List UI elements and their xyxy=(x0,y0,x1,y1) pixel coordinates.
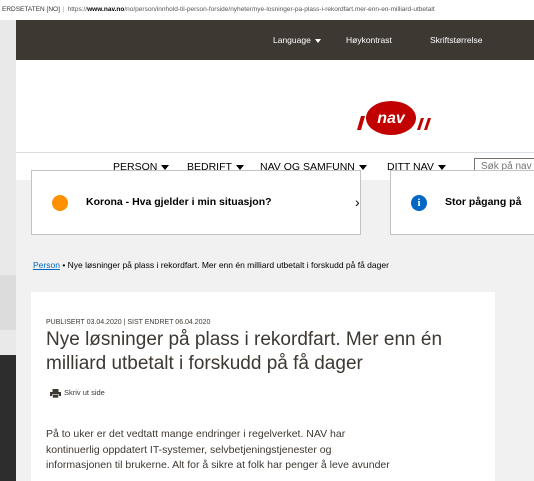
article-body-line: informasjonen til brukerne. Alt for å si… xyxy=(46,459,390,471)
font-size-button[interactable]: Skriftstørrelse xyxy=(430,20,482,60)
high-contrast-button[interactable]: Høykontrast xyxy=(346,20,392,60)
top-utility-bar: Language Høykontrast Skriftstørrelse xyxy=(16,20,534,60)
breadcrumb-current: Nye løsninger på plass i rekordfart. Mer… xyxy=(67,260,389,270)
url-prefix: https:// xyxy=(67,6,88,13)
nav-logo[interactable]: nav xyxy=(351,100,461,136)
url-path: /no/person/innhold-til-person-forside/ny… xyxy=(124,6,435,13)
nav-page: Language Høykontrast Skriftstørrelse nav… xyxy=(16,20,534,481)
article-body-line: På to uker er det vedtatt mange endringe… xyxy=(46,428,346,440)
corona-alert-card[interactable]: Korona - Hva gjelder i min situasjon? › xyxy=(31,170,361,235)
left-window-panel xyxy=(0,275,16,330)
info-icon: i xyxy=(411,195,427,211)
alert-text: Korona - Hva gjelder i min situasjon? xyxy=(86,196,272,208)
article-card: PUBLISERT 03.04.2020 | SIST ENDRET 06.04… xyxy=(31,292,495,481)
print-button[interactable]: Skriv ut side xyxy=(50,388,105,398)
publish-meta: PUBLISERT 03.04.2020 | SIST ENDRET 06.04… xyxy=(46,319,211,326)
article-body-line: kontinuerlig oppdatert IT-systemer, selv… xyxy=(46,443,332,456)
site-identity: ERDSETATEN [NO] xyxy=(2,6,60,13)
left-window-strip xyxy=(0,20,16,481)
browser-address-bar[interactable]: ERDSETATEN [NO] | https://www.nav.no/no/pe… xyxy=(0,0,534,21)
chevron-down-icon xyxy=(235,164,244,170)
language-label: Language xyxy=(273,35,311,45)
chevron-down-icon xyxy=(437,164,446,170)
address-separator: | xyxy=(62,6,65,13)
chevron-right-icon: › xyxy=(355,194,360,210)
article-title: Nye løsninger på plass i rekordfart. Mer… xyxy=(46,328,486,376)
printer-icon xyxy=(50,388,61,398)
print-label: Skriv ut side xyxy=(64,388,105,397)
chevron-down-icon xyxy=(161,164,170,170)
article-title-line: milliard utbetalt i forskudd på få dager xyxy=(46,353,363,374)
chevron-down-icon xyxy=(314,38,321,43)
alert-text: Stor pågang på xyxy=(445,196,522,208)
logo-text: nav xyxy=(377,110,406,127)
url-domain: www.nav.no xyxy=(87,6,125,13)
breadcrumb-link-person[interactable]: Person xyxy=(33,260,60,270)
article-body: På to uker er det vedtatt mange endringe… xyxy=(46,427,486,474)
orange-dot-icon xyxy=(52,195,68,211)
article-title-line: Nye løsninger på plass i rekordfart. Mer… xyxy=(46,329,443,350)
chevron-down-icon xyxy=(358,164,367,170)
site-header: nav PERSON BEDRIFT NAV OG SAMFUNN DITT N… xyxy=(16,60,534,180)
load-alert-card[interactable]: i Stor pågang på xyxy=(390,170,534,235)
language-menu[interactable]: Language xyxy=(273,20,321,60)
breadcrumb: Person • Nye løsninger på plass i rekord… xyxy=(33,260,389,270)
left-window-dark-panel xyxy=(0,355,16,481)
